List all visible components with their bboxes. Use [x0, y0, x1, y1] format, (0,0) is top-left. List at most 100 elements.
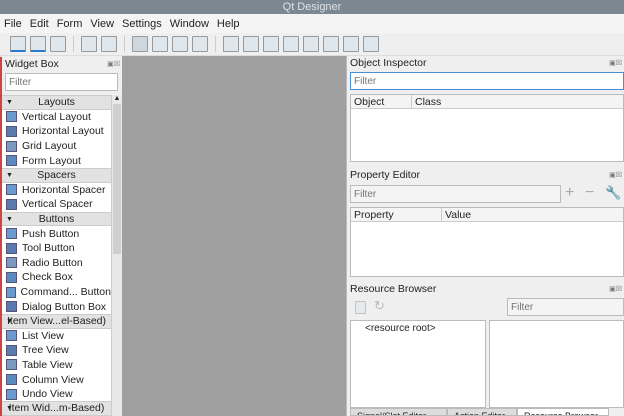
- property-editor-title: Property Editor: [350, 169, 421, 181]
- edit-tab-order-icon[interactable]: [192, 36, 208, 52]
- layout-grid-icon[interactable]: [303, 36, 319, 52]
- widget-filter-input[interactable]: [5, 73, 118, 91]
- widget-icon: [6, 286, 16, 298]
- property-filter-input[interactable]: [350, 185, 561, 203]
- menu-file[interactable]: File: [4, 18, 22, 30]
- col-class[interactable]: Class: [412, 95, 623, 108]
- col-object[interactable]: Object: [351, 95, 412, 108]
- remove-property-icon[interactable]: −: [585, 184, 594, 202]
- widget-label: Tree View: [22, 344, 69, 357]
- layout-horizontal-icon[interactable]: [223, 36, 239, 52]
- edit-signals-slots-icon[interactable]: [152, 36, 168, 52]
- resource-filter-input[interactable]: [507, 298, 624, 316]
- edit-widgets-icon[interactable]: [132, 36, 148, 52]
- widget-icon: [6, 198, 17, 210]
- resource-browser-title: Resource Browser: [350, 283, 437, 295]
- collapse-arrow-icon[interactable]: ▼: [6, 169, 13, 182]
- menu-view[interactable]: View: [90, 18, 114, 30]
- widget-item[interactable]: Tree View: [2, 343, 111, 358]
- collapse-arrow-icon[interactable]: ▼: [6, 213, 13, 226]
- object-filter-input[interactable]: [350, 72, 624, 90]
- widget-label: Horizontal Layout: [22, 125, 104, 138]
- float-close-icon[interactable]: ▣☒: [609, 59, 622, 67]
- category-header[interactable]: ▼ Layouts: [2, 95, 111, 110]
- menu-help[interactable]: Help: [217, 18, 240, 30]
- collapse-arrow-icon[interactable]: ▼: [6, 315, 13, 328]
- widget-item[interactable]: Undo View: [2, 386, 111, 402]
- send-to-back-icon[interactable]: [101, 36, 117, 52]
- menu-window[interactable]: Window: [170, 18, 209, 30]
- widget-item[interactable]: List View: [2, 328, 111, 344]
- widget-item[interactable]: Table View: [2, 357, 111, 373]
- widget-icon: [6, 184, 17, 196]
- widget-item[interactable]: Radio Button: [2, 255, 111, 271]
- collapse-arrow-icon[interactable]: ▼: [6, 402, 13, 415]
- object-tree[interactable]: Object Class: [350, 94, 624, 162]
- splitter-horizontal-icon[interactable]: [263, 36, 279, 52]
- widget-icon: [6, 388, 17, 400]
- category-header[interactable]: ▼ Item View...el-Based): [2, 313, 111, 329]
- float-close-icon[interactable]: ▣☒: [609, 285, 622, 293]
- form-canvas[interactable]: [122, 56, 346, 416]
- collapse-arrow-icon[interactable]: ▼: [6, 96, 13, 109]
- widget-item[interactable]: Horizontal Layout: [2, 124, 111, 139]
- float-close-icon[interactable]: ▣☒: [107, 60, 120, 68]
- category-header[interactable]: ▼ Spacers: [2, 167, 111, 183]
- property-table[interactable]: Property Value: [350, 207, 624, 277]
- widget-label: Dialog Button Box: [22, 300, 107, 313]
- widget-item[interactable]: Vertical Layout: [2, 109, 111, 125]
- col-property[interactable]: Property: [351, 208, 442, 221]
- widget-item[interactable]: Push Button: [2, 226, 111, 241]
- resource-root[interactable]: <resource root>: [351, 321, 485, 334]
- widget-icon: [6, 257, 17, 269]
- tab-signal-slot-editor[interactable]: Signal/Slot Editor: [350, 408, 447, 416]
- layout-vertical-icon[interactable]: [243, 36, 259, 52]
- menu-bar: File Edit Form View Settings Window Help: [0, 14, 624, 33]
- menu-settings[interactable]: Settings: [122, 18, 162, 30]
- reload-icon[interactable]: ↻: [374, 298, 385, 314]
- widget-item[interactable]: Grid Layout: [2, 138, 111, 154]
- splitter-vertical-icon[interactable]: [283, 36, 299, 52]
- break-layout-icon[interactable]: [343, 36, 359, 52]
- float-close-icon[interactable]: ▣☒: [609, 171, 622, 179]
- widget-icon: [6, 228, 17, 240]
- scrollbar[interactable]: ▲: [111, 95, 122, 416]
- open-form-icon[interactable]: [30, 36, 46, 52]
- resource-list[interactable]: [489, 320, 624, 408]
- widget-item[interactable]: Vertical Spacer: [2, 197, 111, 212]
- category-header[interactable]: ▼ Item Wid...m-Based): [2, 401, 111, 416]
- widget-icon: [6, 242, 17, 254]
- save-form-icon[interactable]: [50, 36, 66, 52]
- menu-form[interactable]: Form: [57, 18, 83, 30]
- menu-edit[interactable]: Edit: [30, 18, 49, 30]
- widget-label: Vertical Spacer: [22, 198, 93, 211]
- layout-form-icon[interactable]: [323, 36, 339, 52]
- widget-item[interactable]: Dialog Button Box: [2, 299, 111, 314]
- title-bar: Qt Designer: [0, 0, 624, 14]
- edit-resources-icon[interactable]: [355, 301, 366, 314]
- configure-icon[interactable]: 🔧: [605, 185, 621, 201]
- widget-label: Push Button: [22, 227, 80, 240]
- resource-tree[interactable]: <resource root>: [350, 320, 486, 408]
- bring-to-front-icon[interactable]: [81, 36, 97, 52]
- widget-item[interactable]: Check Box: [2, 270, 111, 285]
- widget-icon: [6, 271, 17, 283]
- widget-icon: [6, 330, 17, 342]
- widget-item[interactable]: Form Layout: [2, 153, 111, 168]
- widget-label: Tool Button: [22, 242, 75, 255]
- new-form-icon[interactable]: [10, 36, 26, 52]
- widget-label: Check Box: [22, 271, 73, 284]
- adjust-size-icon[interactable]: [363, 36, 379, 52]
- col-value[interactable]: Value: [442, 208, 623, 221]
- toolbar: [0, 33, 624, 56]
- widget-item[interactable]: Column View: [2, 372, 111, 387]
- add-property-icon[interactable]: +: [565, 184, 574, 202]
- tab-resource-browser[interactable]: Resource Browser: [517, 408, 609, 416]
- category-header[interactable]: ▼ Buttons: [2, 211, 111, 227]
- tab-action-editor[interactable]: Action Editor: [447, 408, 517, 416]
- edit-buddies-icon[interactable]: [172, 36, 188, 52]
- widget-list: ▼ Layouts Vertical Layout Horizontal Layout…: [2, 95, 111, 416]
- widget-item[interactable]: Tool Button: [2, 240, 111, 256]
- widget-item[interactable]: Command... Button: [2, 284, 111, 300]
- widget-item[interactable]: Horizontal Spacer: [2, 182, 111, 198]
